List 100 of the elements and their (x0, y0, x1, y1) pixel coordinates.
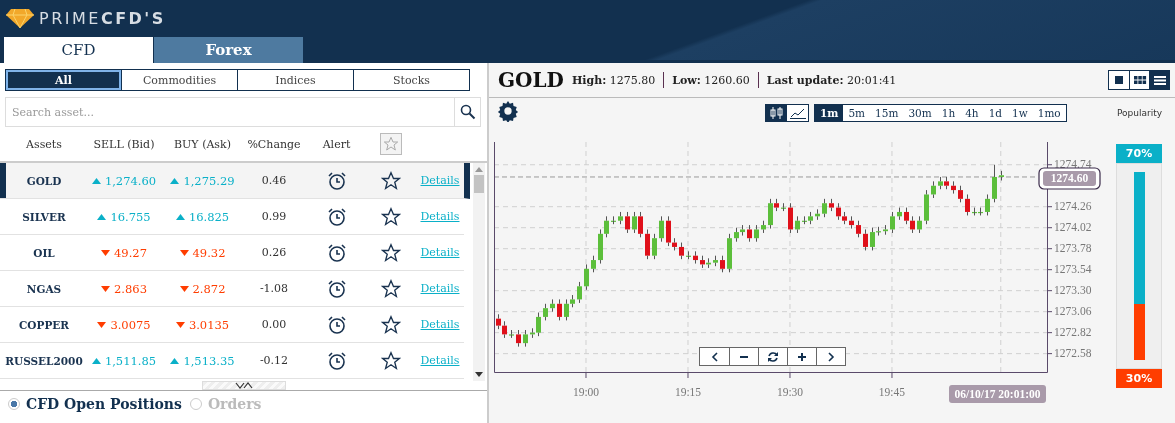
star-icon[interactable] (381, 314, 401, 335)
timeframe-button[interactable]: 15m (870, 105, 904, 121)
star-icon[interactable] (381, 242, 401, 263)
candlestick (550, 298, 555, 313)
layout-button[interactable] (1109, 71, 1129, 89)
alarm-clock-icon[interactable] (326, 242, 347, 263)
candlestick (931, 180, 936, 199)
plus-icon (797, 351, 807, 362)
candlestick (536, 312, 541, 337)
candlestick (774, 198, 779, 212)
alarm-clock-icon[interactable] (326, 278, 347, 299)
x-axis-label: 19:00 (572, 386, 600, 398)
scrollbar-thumb[interactable] (474, 175, 484, 193)
candlestick (965, 193, 970, 216)
scroll-up-icon[interactable] (475, 167, 483, 172)
refresh-icon (767, 350, 779, 363)
candlestick (951, 180, 956, 195)
candlestick (910, 215, 915, 234)
asset-row[interactable]: RUSSEL2000 1,511.85 1,513.35 -0.12 Details (0, 343, 464, 379)
timeframe-button[interactable]: 1m (815, 105, 844, 121)
radio-button[interactable] (8, 398, 20, 410)
candlestick (747, 224, 752, 243)
star-icon[interactable] (381, 170, 401, 191)
candlestick (856, 220, 861, 238)
candlestick (761, 220, 766, 234)
timeframe-button[interactable]: 1h (936, 105, 961, 121)
timeframe-button[interactable]: 4h (960, 105, 984, 121)
alarm-clock-icon[interactable] (326, 170, 347, 191)
ref-line-label: 1274.60 (1050, 172, 1089, 185)
x-axis-label: 19:30 (776, 386, 804, 398)
candlestick (944, 176, 949, 190)
star-icon[interactable] (381, 206, 401, 227)
y-axis-label: 1272.82 (1054, 325, 1092, 338)
candlestick (577, 281, 582, 304)
category-tab[interactable]: All (6, 70, 121, 90)
alarm-clock-icon[interactable] (326, 206, 347, 227)
asset-row[interactable]: SILVER 16.755 16.825 0.99 Details (0, 199, 464, 235)
search-button[interactable] (455, 97, 481, 127)
list-icon (1152, 74, 1167, 86)
search-icon (459, 104, 476, 120)
layout-button[interactable] (1149, 71, 1169, 89)
square-icon (1112, 74, 1126, 86)
price-value: 3.0075 (110, 317, 151, 332)
price-value: 1,274.60 (104, 173, 157, 188)
candlestick (604, 215, 609, 238)
candlestick (618, 211, 623, 225)
scrollbar[interactable] (473, 163, 485, 381)
star-icon[interactable] (381, 278, 401, 299)
asset-name: GOLD (26, 174, 62, 187)
candlestick (999, 170, 1004, 181)
asset-row[interactable]: NGAS 2.863 2.872 -1.08 Details (0, 271, 464, 307)
grid-icon (1132, 74, 1147, 86)
market-tab[interactable]: Forex (154, 37, 303, 63)
asset-row[interactable]: COPPER 3.0075 3.0135 0.00 Details (0, 307, 464, 343)
candlestick (829, 198, 834, 212)
radio-label: Orders (207, 396, 262, 412)
timeframe-button[interactable]: 1mo (1032, 105, 1066, 121)
price-value: 2.863 (114, 281, 147, 296)
column-header: SELL (Bid) (93, 137, 155, 151)
market-tab[interactable]: CFD (4, 37, 153, 63)
asset-name: RUSSEL2000 (5, 354, 83, 367)
alarm-clock-icon[interactable] (326, 350, 347, 371)
sell-percentage: 30% (1116, 369, 1162, 388)
search-field[interactable]: Search asset... (5, 97, 455, 127)
candlestick (638, 211, 643, 238)
candlestick (625, 211, 630, 234)
candlestick (727, 233, 732, 273)
candlestick (645, 228, 650, 260)
scroll-down-icon[interactable] (475, 372, 483, 377)
layout-button[interactable] (1129, 71, 1149, 89)
candlestick (842, 211, 847, 225)
collapse-expand-icon (234, 382, 253, 389)
candlestick (584, 263, 589, 291)
star-icon[interactable] (381, 350, 401, 371)
candlestick (523, 329, 528, 348)
chart-type-button[interactable] (787, 105, 808, 121)
candlestick (666, 215, 671, 247)
timeframe-button[interactable]: 30m (903, 105, 937, 121)
current-price-badge: 1274.60 (1038, 167, 1101, 190)
timeframe-button[interactable]: 5m (843, 105, 871, 121)
price-stat: Low: 1260.60 (672, 73, 750, 87)
alarm-clock-icon[interactable] (326, 314, 347, 335)
change-value: -0.12 (259, 354, 289, 367)
asset-row[interactable]: OIL 49.27 49.32 0.26 Details (0, 235, 464, 271)
candlestick (788, 202, 793, 234)
asset-row[interactable]: GOLD 1,274.60 1,275.29 0.46 Details (0, 163, 470, 199)
change-value: 0.26 (261, 246, 287, 259)
buy-percentage: 70% (1116, 144, 1162, 163)
resize-handle[interactable] (201, 381, 286, 390)
radio-button[interactable] (189, 398, 202, 410)
timeframe-button[interactable]: 1d (983, 105, 1008, 121)
candlestick (693, 250, 698, 265)
x-axis-label: 19:15 (674, 386, 702, 398)
change-value: -1.08 (259, 282, 289, 295)
settings-icon[interactable] (497, 100, 519, 122)
column-header: %Change (247, 137, 301, 151)
y-axis-label: 1274.02 (1054, 220, 1092, 233)
timeframe-button[interactable]: 1w (1007, 105, 1033, 121)
chevron-right-icon (827, 351, 835, 362)
chart-type-button[interactable] (766, 105, 787, 121)
